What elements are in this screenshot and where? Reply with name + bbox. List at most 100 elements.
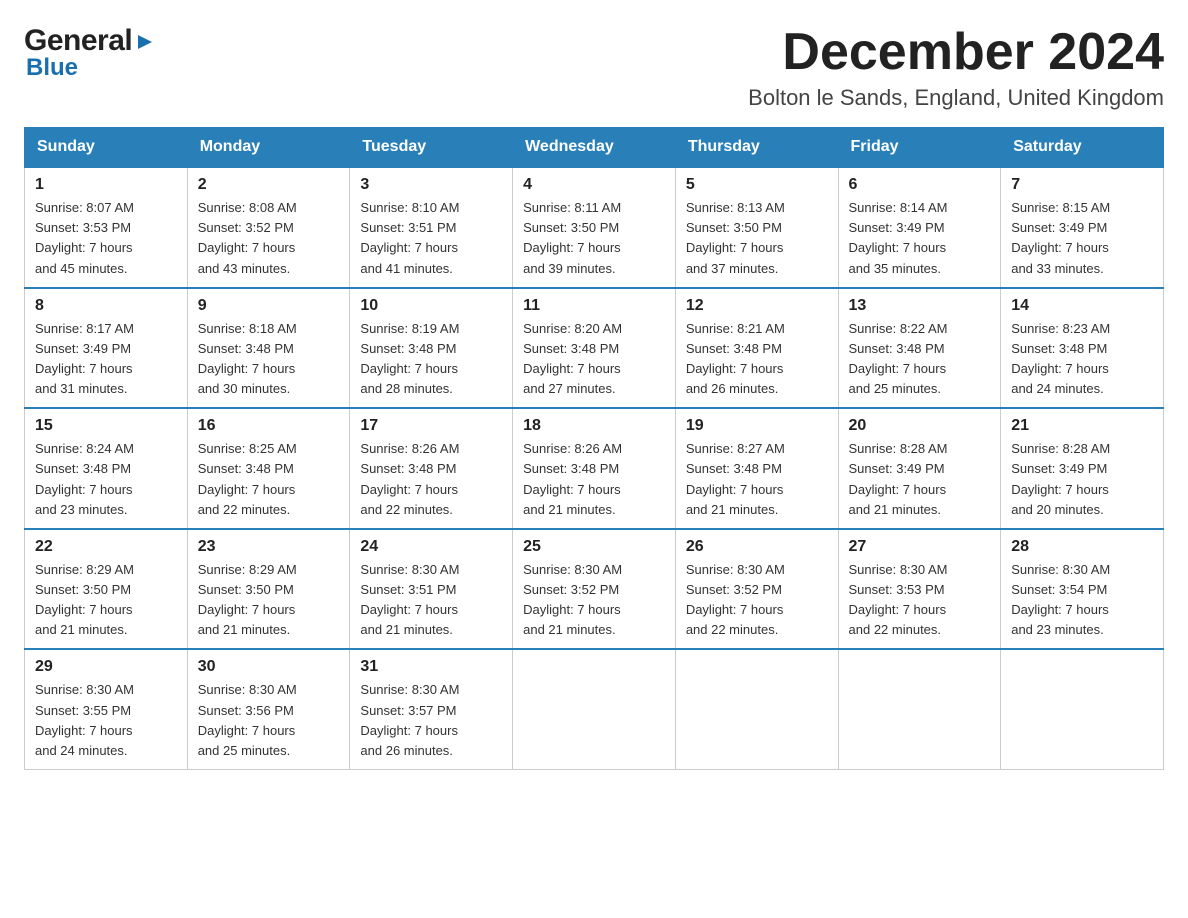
calendar-cell: 15 Sunrise: 8:24 AMSunset: 3:48 PMDaylig… [25, 408, 188, 529]
calendar-cell: 3 Sunrise: 8:10 AMSunset: 3:51 PMDayligh… [350, 167, 513, 288]
day-number: 18 [523, 417, 665, 435]
logo-blue-text: Blue [26, 54, 78, 82]
day-number: 31 [360, 658, 502, 676]
calendar-cell: 10 Sunrise: 8:19 AMSunset: 3:48 PMDaylig… [350, 288, 513, 409]
day-info: Sunrise: 8:30 AMSunset: 3:56 PMDaylight:… [198, 680, 340, 761]
calendar-cell: 22 Sunrise: 8:29 AMSunset: 3:50 PMDaylig… [25, 529, 188, 650]
day-info: Sunrise: 8:08 AMSunset: 3:52 PMDaylight:… [198, 198, 340, 279]
calendar-cell: 19 Sunrise: 8:27 AMSunset: 3:48 PMDaylig… [675, 408, 838, 529]
calendar-table: SundayMondayTuesdayWednesdayThursdayFrid… [24, 127, 1164, 770]
day-number: 9 [198, 297, 340, 315]
day-info: Sunrise: 8:30 AMSunset: 3:53 PMDaylight:… [849, 560, 991, 641]
day-number: 30 [198, 658, 340, 676]
day-info: Sunrise: 8:29 AMSunset: 3:50 PMDaylight:… [35, 560, 177, 641]
calendar-cell [513, 649, 676, 769]
day-info: Sunrise: 8:28 AMSunset: 3:49 PMDaylight:… [849, 439, 991, 520]
day-info: Sunrise: 8:10 AMSunset: 3:51 PMDaylight:… [360, 198, 502, 279]
calendar-week-row: 22 Sunrise: 8:29 AMSunset: 3:50 PMDaylig… [25, 529, 1164, 650]
calendar-cell: 25 Sunrise: 8:30 AMSunset: 3:52 PMDaylig… [513, 529, 676, 650]
weekday-header-saturday: Saturday [1001, 128, 1164, 168]
day-info: Sunrise: 8:21 AMSunset: 3:48 PMDaylight:… [686, 319, 828, 400]
calendar-cell: 2 Sunrise: 8:08 AMSunset: 3:52 PMDayligh… [187, 167, 350, 288]
calendar-cell [675, 649, 838, 769]
day-number: 20 [849, 417, 991, 435]
day-info: Sunrise: 8:14 AMSunset: 3:49 PMDaylight:… [849, 198, 991, 279]
header-right: December 2024 Bolton le Sands, England, … [748, 24, 1164, 111]
day-number: 14 [1011, 297, 1153, 315]
day-number: 10 [360, 297, 502, 315]
day-info: Sunrise: 8:23 AMSunset: 3:48 PMDaylight:… [1011, 319, 1153, 400]
calendar-cell: 29 Sunrise: 8:30 AMSunset: 3:55 PMDaylig… [25, 649, 188, 769]
calendar-header: SundayMondayTuesdayWednesdayThursdayFrid… [25, 128, 1164, 168]
day-info: Sunrise: 8:17 AMSunset: 3:49 PMDaylight:… [35, 319, 177, 400]
month-title: December 2024 [748, 24, 1164, 81]
day-info: Sunrise: 8:30 AMSunset: 3:57 PMDaylight:… [360, 680, 502, 761]
calendar-cell: 13 Sunrise: 8:22 AMSunset: 3:48 PMDaylig… [838, 288, 1001, 409]
day-info: Sunrise: 8:15 AMSunset: 3:49 PMDaylight:… [1011, 198, 1153, 279]
day-info: Sunrise: 8:19 AMSunset: 3:48 PMDaylight:… [360, 319, 502, 400]
weekday-header-row: SundayMondayTuesdayWednesdayThursdayFrid… [25, 128, 1164, 168]
day-info: Sunrise: 8:13 AMSunset: 3:50 PMDaylight:… [686, 198, 828, 279]
weekday-header-wednesday: Wednesday [513, 128, 676, 168]
calendar-cell: 1 Sunrise: 8:07 AMSunset: 3:53 PMDayligh… [25, 167, 188, 288]
day-info: Sunrise: 8:30 AMSunset: 3:52 PMDaylight:… [523, 560, 665, 641]
day-info: Sunrise: 8:30 AMSunset: 3:55 PMDaylight:… [35, 680, 177, 761]
calendar-cell: 31 Sunrise: 8:30 AMSunset: 3:57 PMDaylig… [350, 649, 513, 769]
day-info: Sunrise: 8:26 AMSunset: 3:48 PMDaylight:… [523, 439, 665, 520]
day-number: 4 [523, 176, 665, 194]
day-number: 11 [523, 297, 665, 315]
calendar-cell: 30 Sunrise: 8:30 AMSunset: 3:56 PMDaylig… [187, 649, 350, 769]
day-info: Sunrise: 8:30 AMSunset: 3:52 PMDaylight:… [686, 560, 828, 641]
day-number: 17 [360, 417, 502, 435]
logo-triangle-icon [134, 31, 156, 53]
page-header: General Blue December 2024 Bolton le San… [24, 24, 1164, 111]
day-number: 5 [686, 176, 828, 194]
calendar-cell: 28 Sunrise: 8:30 AMSunset: 3:54 PMDaylig… [1001, 529, 1164, 650]
day-info: Sunrise: 8:11 AMSunset: 3:50 PMDaylight:… [523, 198, 665, 279]
calendar-cell: 4 Sunrise: 8:11 AMSunset: 3:50 PMDayligh… [513, 167, 676, 288]
day-info: Sunrise: 8:20 AMSunset: 3:48 PMDaylight:… [523, 319, 665, 400]
calendar-cell: 16 Sunrise: 8:25 AMSunset: 3:48 PMDaylig… [187, 408, 350, 529]
calendar-cell: 9 Sunrise: 8:18 AMSunset: 3:48 PMDayligh… [187, 288, 350, 409]
day-number: 3 [360, 176, 502, 194]
weekday-header-monday: Monday [187, 128, 350, 168]
day-info: Sunrise: 8:18 AMSunset: 3:48 PMDaylight:… [198, 319, 340, 400]
day-info: Sunrise: 8:30 AMSunset: 3:54 PMDaylight:… [1011, 560, 1153, 641]
day-number: 16 [198, 417, 340, 435]
calendar-cell: 12 Sunrise: 8:21 AMSunset: 3:48 PMDaylig… [675, 288, 838, 409]
day-info: Sunrise: 8:30 AMSunset: 3:51 PMDaylight:… [360, 560, 502, 641]
calendar-week-row: 15 Sunrise: 8:24 AMSunset: 3:48 PMDaylig… [25, 408, 1164, 529]
logo-general-text: General [24, 24, 132, 58]
calendar-cell [838, 649, 1001, 769]
day-info: Sunrise: 8:07 AMSunset: 3:53 PMDaylight:… [35, 198, 177, 279]
calendar-cell: 8 Sunrise: 8:17 AMSunset: 3:49 PMDayligh… [25, 288, 188, 409]
calendar-week-row: 29 Sunrise: 8:30 AMSunset: 3:55 PMDaylig… [25, 649, 1164, 769]
calendar-cell: 7 Sunrise: 8:15 AMSunset: 3:49 PMDayligh… [1001, 167, 1164, 288]
day-number: 24 [360, 538, 502, 556]
calendar-cell: 11 Sunrise: 8:20 AMSunset: 3:48 PMDaylig… [513, 288, 676, 409]
day-info: Sunrise: 8:22 AMSunset: 3:48 PMDaylight:… [849, 319, 991, 400]
day-number: 29 [35, 658, 177, 676]
location-title: Bolton le Sands, England, United Kingdom [748, 85, 1164, 111]
day-info: Sunrise: 8:26 AMSunset: 3:48 PMDaylight:… [360, 439, 502, 520]
day-number: 6 [849, 176, 991, 194]
calendar-week-row: 8 Sunrise: 8:17 AMSunset: 3:49 PMDayligh… [25, 288, 1164, 409]
day-number: 2 [198, 176, 340, 194]
day-info: Sunrise: 8:27 AMSunset: 3:48 PMDaylight:… [686, 439, 828, 520]
calendar-cell: 27 Sunrise: 8:30 AMSunset: 3:53 PMDaylig… [838, 529, 1001, 650]
day-number: 13 [849, 297, 991, 315]
calendar-cell: 20 Sunrise: 8:28 AMSunset: 3:49 PMDaylig… [838, 408, 1001, 529]
calendar-cell: 23 Sunrise: 8:29 AMSunset: 3:50 PMDaylig… [187, 529, 350, 650]
day-info: Sunrise: 8:25 AMSunset: 3:48 PMDaylight:… [198, 439, 340, 520]
day-number: 22 [35, 538, 177, 556]
day-number: 28 [1011, 538, 1153, 556]
calendar-body: 1 Sunrise: 8:07 AMSunset: 3:53 PMDayligh… [25, 167, 1164, 769]
calendar-cell [1001, 649, 1164, 769]
day-number: 21 [1011, 417, 1153, 435]
calendar-cell: 17 Sunrise: 8:26 AMSunset: 3:48 PMDaylig… [350, 408, 513, 529]
logo: General Blue [24, 24, 156, 82]
day-number: 23 [198, 538, 340, 556]
calendar-cell: 6 Sunrise: 8:14 AMSunset: 3:49 PMDayligh… [838, 167, 1001, 288]
day-number: 27 [849, 538, 991, 556]
calendar-cell: 14 Sunrise: 8:23 AMSunset: 3:48 PMDaylig… [1001, 288, 1164, 409]
